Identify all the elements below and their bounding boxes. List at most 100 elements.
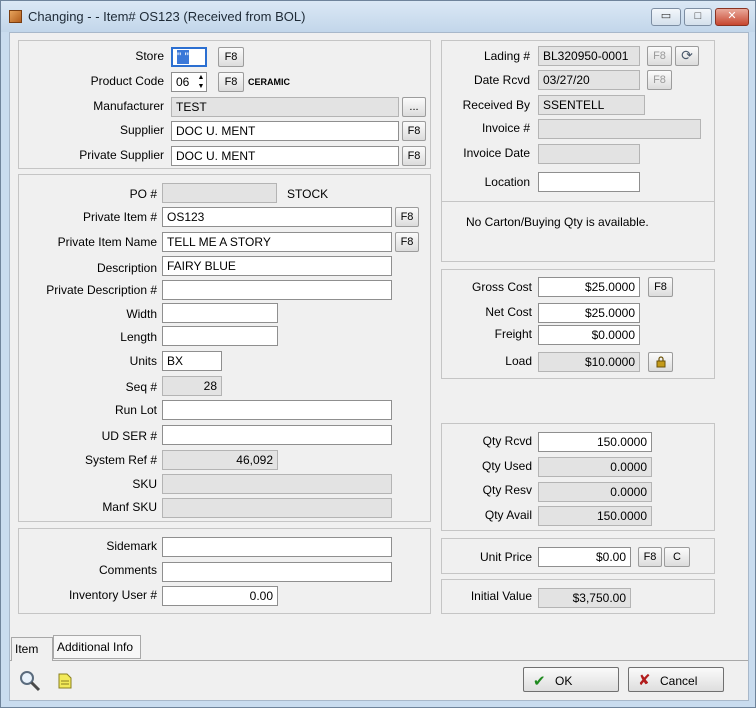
run-lot-input[interactable] [162,400,392,420]
product-code-spinner[interactable]: ▲ ▼ [196,73,206,91]
spin-down-icon[interactable]: ▼ [196,82,206,91]
private-item-name-label: Private Item Name [57,235,157,249]
private-item-name-f8-button[interactable]: F8 [395,232,419,252]
manf-sku-label: Manf SKU [102,500,157,514]
supplier-input[interactable]: DOC U. MENT [171,121,399,141]
lading-f8-button[interactable]: F8 [647,46,672,66]
gross-cost-f8-button[interactable]: F8 [648,277,673,297]
store-f8-button[interactable]: F8 [218,47,244,67]
tab-strip-line [10,660,748,661]
received-by-field: SSENTELL [538,95,645,115]
private-description-input[interactable] [162,280,392,300]
inventory-user-input[interactable]: 0.00 [162,586,278,606]
private-item-label: Private Item # [82,210,157,224]
unit-price-label: Unit Price [479,550,532,564]
date-rcvd-field: 03/27/20 [538,70,640,90]
refresh-icon[interactable]: ⟳ [675,46,699,66]
tab-additional-info[interactable]: Additional Info [53,635,141,659]
comments-input[interactable] [162,562,392,582]
ud-ser-label: UD SER # [101,429,157,443]
private-supplier-label: Private Supplier [79,148,164,162]
units-label: Units [129,354,157,368]
product-code-label: Product Code [90,74,164,88]
store-label: Store [135,49,164,63]
invoice-field [538,119,701,139]
date-rcvd-label: Date Rcvd [473,73,530,87]
note-icon [58,673,72,689]
unit-price-f8-button[interactable]: F8 [638,547,662,567]
date-rcvd-f8-button[interactable]: F8 [647,70,672,90]
system-ref-field: 46,092 [162,450,278,470]
private-item-input[interactable]: OS123 [162,207,392,227]
sidemark-label: Sidemark [106,539,157,553]
location-input[interactable] [538,172,640,192]
notes-tool-button[interactable] [58,673,72,689]
po-stock-label: STOCK [287,187,329,201]
load-lock-button[interactable] [648,352,673,372]
private-item-name-input[interactable]: TELL ME A STORY [162,232,392,252]
ok-button[interactable]: ✔ OK [523,667,619,692]
sku-label: SKU [132,477,157,491]
search-tool-button[interactable] [19,670,41,692]
unit-price-c-button[interactable]: C [664,547,690,567]
description-label: Description [96,261,157,275]
sidemark-panel: Sidemark Comments Inventory User # 0.00 [18,528,431,614]
window: Changing - - Item# OS123 (Received from … [0,0,756,708]
product-code-description: CERAMIC [248,77,290,87]
description-input[interactable]: FAIRY BLUE [162,256,392,276]
cost-panel: Gross Cost $25.0000 F8 Net Cost $25.0000… [441,269,715,379]
magnifier-icon [20,671,41,692]
maximize-button[interactable]: □ [684,8,712,26]
freight-input[interactable]: $0.0000 [538,325,640,345]
manufacturer-label: Manufacturer [93,99,164,113]
manufacturer-field: TEST [171,97,399,117]
qty-rcvd-label: Qty Rcvd [482,434,532,448]
initial-value-field: $3,750.00 [538,588,631,608]
comments-label: Comments [98,563,157,577]
lading-field: BL320950-0001 [538,46,640,66]
gross-cost-input[interactable]: $25.0000 [538,277,640,297]
lock-icon [656,356,665,368]
product-code-f8-button[interactable]: F8 [218,72,244,92]
cancel-button[interactable]: ✘ Cancel [628,667,724,692]
load-field: $10.0000 [538,352,640,372]
invoice-label: Invoice # [481,121,530,135]
qty-resv-label: Qty Resv [482,483,532,497]
spin-up-icon[interactable]: ▲ [196,73,206,82]
seq-label: Seq # [125,380,157,394]
inventory-user-label: Inventory User # [68,588,157,602]
tab-item[interactable]: Item [11,637,53,661]
initial-value-panel: Initial Value $3,750.00 [441,579,715,614]
sidemark-input[interactable] [162,537,392,557]
qty-used-field: 0.0000 [538,457,652,477]
private-supplier-f8-button[interactable]: F8 [402,146,426,166]
supplier-label: Supplier [119,123,164,137]
carton-note: No Carton/Buying Qty is available. [466,215,649,229]
private-item-f8-button[interactable]: F8 [395,207,419,227]
system-ref-label: System Ref # [84,453,157,467]
close-button[interactable]: ✕ [715,8,749,26]
checkmark-icon: ✔ [533,673,546,690]
unit-price-input[interactable]: $0.00 [538,547,631,567]
minimize-button[interactable]: ▭ [651,8,681,26]
qty-avail-field: 150.0000 [538,506,652,526]
quantity-panel: Qty Rcvd 150.0000 Qty Used 0.0000 Qty Re… [441,423,715,531]
units-input[interactable]: BX [162,351,222,371]
panel-divider [442,201,714,202]
ud-ser-input[interactable] [162,425,392,445]
ok-label: OK [555,674,573,688]
store-input[interactable]: " " [171,47,207,67]
product-panel: Store " " F8 Product Code 06 ▲ ▼ F8 CERA… [18,40,431,169]
invoice-date-label: Invoice Date [463,146,530,160]
private-supplier-input[interactable]: DOC U. MENT [171,146,399,166]
run-lot-label: Run Lot [114,403,157,417]
load-label: Load [505,354,532,368]
width-input[interactable] [162,303,278,323]
length-label: Length [120,330,157,344]
net-cost-input[interactable]: $25.0000 [538,303,640,323]
qty-rcvd-input[interactable]: 150.0000 [538,432,652,452]
supplier-f8-button[interactable]: F8 [402,121,426,141]
manufacturer-browse-button[interactable]: ... [402,97,426,117]
length-input[interactable] [162,326,278,346]
width-label: Width [126,307,157,321]
